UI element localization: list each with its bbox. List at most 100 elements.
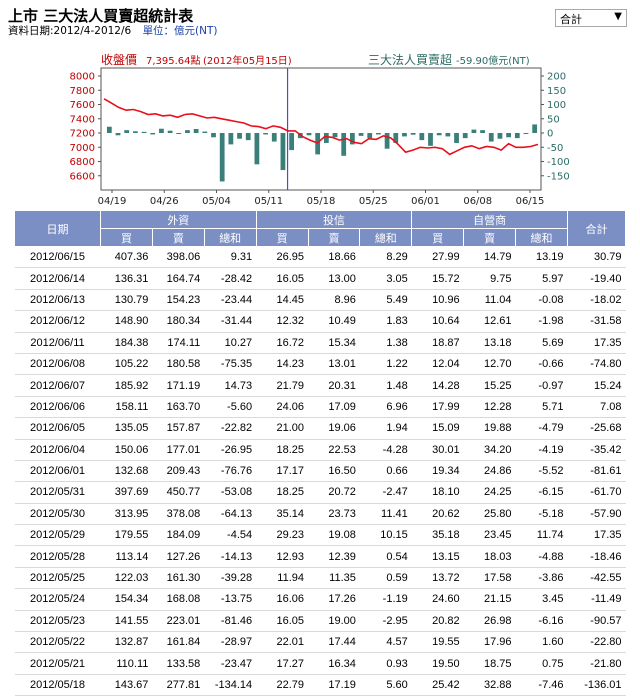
cell-value: 22.01 (256, 631, 308, 654)
col-dealer-sell: 賣 (463, 228, 516, 247)
table-row: 2012/05/30 313.95 378.08 -64.13 35.14 23.73 11… (14, 503, 626, 526)
cell-value: 7.08 (567, 396, 626, 419)
cell-value: 277.81 (152, 674, 205, 696)
table-row: 2012/05/25 122.03 161.30 -39.28 11.94 11.35 0.… (14, 567, 626, 590)
cell-value: 10.27 (204, 332, 257, 354)
cell-value: -4.88 (515, 545, 568, 568)
table-row: 2012/06/01 132.68 209.43 -76.76 17.17 16.50 0.… (14, 460, 626, 483)
cell-value: 133.58 (152, 652, 205, 675)
cell-value: 14.79 (463, 246, 516, 269)
cell-value: 13.72 (411, 567, 464, 590)
cell-value: 16.05 (256, 610, 308, 633)
cell-value: 0.66 (359, 460, 412, 483)
table-row: 2012/06/04 150.06 177.01 -26.95 18.25 22.53 -4… (14, 439, 626, 461)
cell-value: 1.22 (359, 353, 412, 376)
table-row: 2012/06/15 407.36 398.06 9.31 26.95 18.66 8.29… (14, 246, 626, 269)
cell-value: 20.82 (411, 610, 464, 633)
unit-label: 單位：億元(NT) (142, 25, 218, 37)
col-foreign-sell: 賣 (151, 228, 205, 247)
cell-value: -4.28 (359, 439, 412, 461)
cell-value: 0.54 (359, 545, 412, 568)
institutional-chart: 收盤價 7,395.64點 (2012年05月15日) 三大法人買賣超 -59.90億元… (70, 52, 570, 207)
net-bar (132, 131, 138, 133)
cell-date: 2012/05/29 (14, 524, 101, 547)
left-tick-label: 6600 (70, 171, 95, 182)
net-bar (245, 133, 251, 141)
left-tick-label: 7200 (70, 129, 95, 140)
net-bar (462, 133, 468, 139)
cell-value: 26.98 (463, 610, 516, 633)
table-row: 2012/05/23 141.55 223.01 -81.46 16.05 19.00 -2… (14, 610, 626, 633)
net-bar (219, 133, 225, 182)
net-bar (341, 133, 347, 156)
cell-value: 10.64 (411, 310, 464, 333)
table-row: 2012/06/05 135.05 157.87 -22.82 21.00 19.06 1.… (14, 417, 626, 440)
net-bar (106, 126, 112, 133)
cell-value: 150.06 (100, 439, 153, 461)
cell-value: 148.90 (100, 310, 153, 333)
net-bar (532, 124, 538, 133)
cell-value: -76.76 (204, 460, 257, 483)
cell-value: 16.06 (256, 588, 308, 611)
date-range-line: 資料日期:2012/4-2012/6 單位：億元(NT) (8, 23, 218, 38)
cell-date: 2012/05/30 (14, 503, 101, 526)
cell-value: -5.18 (515, 503, 568, 526)
table-row: 2012/05/29 179.55 184.09 -4.54 29.23 19.08 10.… (14, 524, 626, 547)
cell-value: 24.60 (411, 588, 464, 611)
net-bar (141, 131, 147, 133)
cell-value: 177.01 (152, 439, 205, 461)
cell-value: 30.01 (411, 439, 464, 461)
cell-value: 21.79 (256, 374, 308, 397)
net-bar (332, 133, 338, 138)
cell-value: 184.38 (100, 332, 153, 354)
cell-value: 313.95 (100, 503, 153, 526)
cell-value: 5.97 (515, 267, 568, 290)
cell-value: 11.04 (463, 289, 516, 312)
cell-value: 14.73 (204, 374, 257, 397)
cell-value: -74.80 (567, 353, 626, 376)
cell-value: 0.59 (359, 567, 412, 590)
cell-value: 20.31 (308, 374, 360, 397)
cell-value: 135.05 (100, 417, 153, 440)
cell-date: 2012/05/28 (14, 545, 101, 568)
table-row: 2012/05/22 132.87 161.84 -28.97 22.01 17.44 4.… (14, 631, 626, 654)
cell-value: 113.14 (100, 545, 153, 568)
cell-value: -18.46 (567, 545, 626, 568)
cell-value: -4.79 (515, 417, 568, 440)
cell-value: -53.08 (204, 481, 257, 504)
cell-value: 11.94 (256, 567, 308, 590)
cell-value: -0.97 (515, 374, 568, 397)
col-trust-net: 總和 (359, 228, 413, 247)
cell-value: 16.34 (308, 652, 360, 675)
left-tick-label: 7600 (70, 100, 95, 111)
net-bar (454, 133, 459, 143)
x-tick-label: 06/08 (463, 196, 492, 207)
cell-value: 19.06 (308, 417, 360, 440)
left-tick-label: 7000 (70, 143, 95, 154)
cell-date: 2012/05/22 (14, 631, 101, 654)
cell-date: 2012/06/06 (14, 396, 101, 419)
cell-value: 185.92 (100, 374, 153, 397)
cell-value: 10.15 (359, 524, 412, 547)
right-tick-label: -100 (547, 157, 570, 168)
cell-value: 13.00 (308, 267, 360, 290)
cell-value: -19.40 (567, 267, 626, 290)
cell-value: -42.55 (567, 567, 626, 590)
table-row: 2012/06/13 130.79 154.23 -23.44 14.45 8.96 5.4… (14, 289, 626, 312)
table-row: 2012/05/18 143.67 277.81 -134.14 22.79 17.19 5… (14, 674, 626, 696)
net-bar (289, 133, 295, 151)
cell-value: 17.09 (308, 396, 360, 419)
cell-value: 5.69 (515, 332, 568, 354)
cell-value: -2.47 (359, 481, 412, 504)
cell-value: -22.80 (567, 631, 626, 654)
cell-value: -134.14 (204, 674, 257, 696)
cell-value: 14.28 (411, 374, 464, 397)
cell-value: 17.96 (463, 631, 516, 654)
cell-value: 407.36 (100, 246, 153, 269)
cell-value: 17.19 (308, 674, 360, 696)
cell-value: -81.46 (204, 610, 257, 633)
cell-value: 13.15 (411, 545, 464, 568)
cell-value: 24.06 (256, 396, 308, 419)
net-bar (124, 130, 130, 133)
summary-select[interactable]: 合計 ▼ (555, 9, 627, 27)
